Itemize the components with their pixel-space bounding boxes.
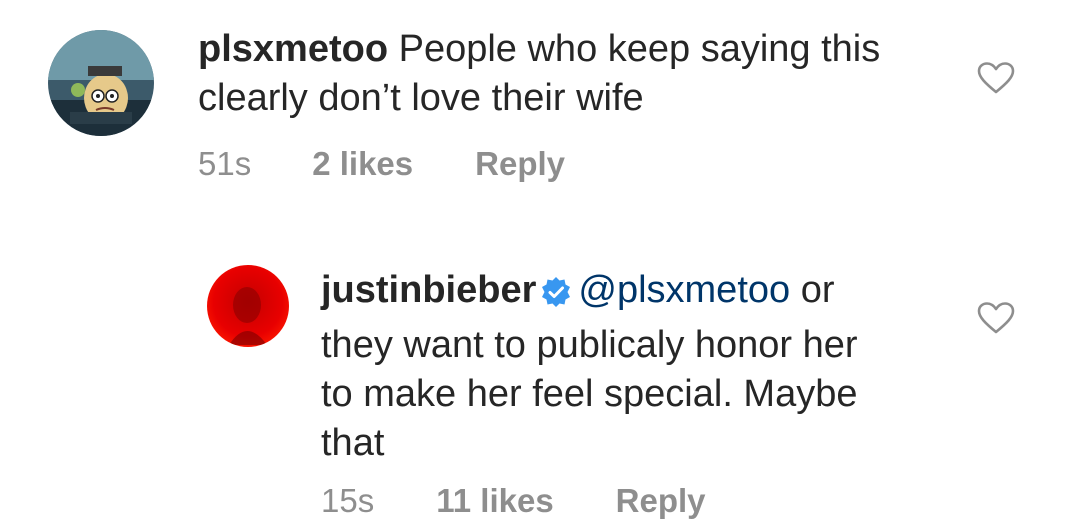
verified-badge-icon — [540, 272, 572, 321]
reply-button[interactable]: Reply — [475, 145, 565, 183]
comment-text: plsxmetoo People who keep saying this cl… — [198, 25, 958, 123]
comment-body-line1-tail: or — [800, 269, 835, 311]
mention-link[interactable]: @plsxmetoo — [578, 269, 790, 311]
like-heart-icon[interactable] — [976, 301, 1016, 340]
username-link[interactable]: justinbieber — [321, 269, 536, 311]
comment-body-line1: People who keep saying this — [398, 28, 881, 70]
cartoon-avatar-icon — [48, 30, 154, 136]
comment-meta: 15s 11 likes Reply — [321, 481, 706, 521]
comment-text: justinbieber @plsxmetoo or they want to … — [321, 266, 961, 468]
username-link[interactable]: plsxmetoo — [198, 28, 388, 70]
likes-count[interactable]: 11 likes — [436, 482, 553, 520]
comment-body-line2: clearly don’t love their wife — [198, 77, 644, 119]
comment-body-line3: to make her feel special. Maybe — [321, 373, 858, 415]
comment-body-line4: that — [321, 422, 385, 464]
reply-button[interactable]: Reply — [616, 482, 706, 520]
red-avatar-icon — [207, 265, 289, 347]
timestamp[interactable]: 15s — [321, 482, 374, 520]
comment-meta: 51s 2 likes Reply — [198, 144, 565, 184]
avatar[interactable] — [48, 30, 154, 136]
likes-count[interactable]: 2 likes — [312, 145, 413, 183]
like-heart-icon[interactable] — [976, 61, 1016, 100]
avatar[interactable] — [207, 265, 289, 347]
timestamp[interactable]: 51s — [198, 145, 251, 183]
comment-body-line2: they want to publicaly honor her — [321, 324, 858, 366]
